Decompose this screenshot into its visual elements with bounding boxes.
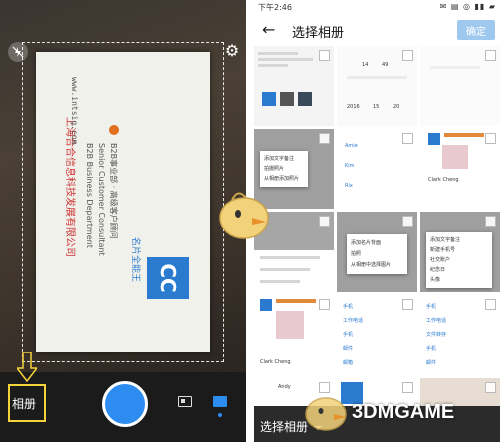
select-checkbox[interactable] bbox=[402, 299, 413, 310]
thumb-menu: 添加文字备注 新建手机号 社交账户 纪念日 头像 bbox=[426, 232, 492, 288]
thumb-block bbox=[444, 133, 484, 137]
thumb-line bbox=[347, 76, 407, 79]
thumb-line bbox=[260, 256, 320, 259]
select-checkbox[interactable] bbox=[485, 133, 496, 144]
arrow-down-icon bbox=[17, 352, 37, 382]
thumb-line bbox=[258, 64, 288, 67]
thumb-list-item: 手机 bbox=[343, 304, 354, 310]
select-checkbox[interactable] bbox=[485, 216, 496, 227]
thumb-menu-item: 拍摄照片 bbox=[264, 166, 285, 172]
album-picker-screen: 下午2:46 ✉ ▤ ◎ ▮▮ ▰ ← 选择相册 确定 14 49 2016 1… bbox=[254, 0, 500, 442]
photo-thumbnail[interactable]: Amie Kim Rix bbox=[337, 129, 417, 209]
photo-thumbnail[interactable]: 14 49 2016 15 20 bbox=[337, 46, 417, 126]
select-checkbox[interactable] bbox=[402, 50, 413, 61]
photo-grid: 14 49 2016 15 20 添加文字备注 拍摄照片 从相册添加照片 Ami… bbox=[254, 46, 500, 442]
select-checkbox[interactable] bbox=[485, 299, 496, 310]
photo-thumbnail[interactable]: 手机 工作电话 手机 邮件 邮箱 bbox=[337, 295, 417, 375]
photo-thumbnail[interactable]: 手机 工作电话 文件转存 手机 邮件 bbox=[420, 295, 500, 375]
page-title: 选择相册 bbox=[292, 26, 345, 41]
thumb-menu-item: 拍照 bbox=[351, 251, 362, 257]
thumb-list-item: 邮箱 bbox=[343, 360, 354, 366]
thumb-logo bbox=[428, 133, 440, 145]
album-button[interactable]: 相册 bbox=[12, 395, 36, 412]
select-checkbox[interactable] bbox=[485, 50, 496, 61]
thumb-date: 2016 bbox=[347, 104, 360, 110]
photo-thumbnail[interactable]: 添加名片背面 拍照 从相册中选择图片 bbox=[337, 212, 417, 292]
mode-indicator-dot bbox=[218, 413, 222, 417]
thumb-line bbox=[258, 52, 298, 55]
thumb-menu-item: 头像 bbox=[430, 277, 441, 283]
back-arrow-icon[interactable]: ← bbox=[262, 20, 275, 39]
thumb-menu-item: 添加名片背面 bbox=[351, 240, 382, 246]
confirm-button[interactable]: 确定 bbox=[457, 20, 495, 40]
thumb-menu-item: 纪念日 bbox=[430, 267, 446, 273]
thumb-menu-item: 新建手机号 bbox=[430, 247, 456, 253]
select-checkbox[interactable] bbox=[319, 216, 330, 227]
thumb-name: Andy bbox=[278, 384, 291, 390]
thumb-block bbox=[262, 92, 276, 106]
thumb-name: Amie bbox=[345, 143, 358, 149]
select-checkbox[interactable] bbox=[402, 133, 413, 144]
thumb-line bbox=[430, 66, 480, 69]
select-checkbox[interactable] bbox=[402, 216, 413, 227]
thumb-name: Rix bbox=[345, 183, 353, 189]
thumb-menu-item: 从相册中选择图片 bbox=[351, 262, 392, 268]
thumb-menu-item: 社交账户 bbox=[430, 257, 451, 263]
thumb-list-item: 邮件 bbox=[426, 360, 437, 366]
status-icons: ✉ ▤ ◎ ▮▮ ▰ bbox=[439, 2, 496, 11]
scan-frame bbox=[22, 42, 224, 362]
album-header: ← 选择相册 确定 bbox=[254, 14, 500, 46]
thumb-line bbox=[258, 58, 313, 61]
thumb-menu-item: 添加文字备注 bbox=[264, 156, 295, 162]
thumb-name: Clark Cheng bbox=[428, 177, 459, 183]
single-card-mode-icon[interactable] bbox=[178, 396, 192, 407]
thumb-block bbox=[276, 299, 316, 303]
status-time: 下午2:46 bbox=[258, 3, 292, 12]
thumb-date: 49 bbox=[382, 62, 389, 68]
thumb-logo bbox=[260, 299, 272, 311]
photo-thumbnail[interactable] bbox=[254, 46, 334, 126]
select-checkbox[interactable] bbox=[319, 133, 330, 144]
thumb-menu: 添加名片背面 拍照 从相册中选择图片 bbox=[347, 234, 407, 274]
thumb-name: Kim bbox=[345, 163, 355, 169]
status-bar: 下午2:46 ✉ ▤ ◎ ▮▮ ▰ bbox=[254, 0, 500, 14]
thumb-menu-item: 添加文字备注 bbox=[430, 237, 461, 243]
thumb-list-item: 手机 bbox=[426, 346, 437, 352]
watermark-text: 3DMGAME bbox=[352, 401, 455, 423]
thumb-line bbox=[260, 268, 310, 271]
gear-icon[interactable]: ⚙ bbox=[222, 40, 242, 60]
thumb-name: Clark Cheng bbox=[260, 359, 291, 365]
flash-off-icon[interactable] bbox=[8, 42, 28, 62]
thumb-block bbox=[298, 92, 312, 106]
thumb-list-item: 工作电话 bbox=[343, 318, 364, 324]
thumb-date: 14 bbox=[362, 62, 369, 68]
thumb-list-item: 手机 bbox=[426, 304, 437, 310]
thumb-list-item: 工作电话 bbox=[426, 318, 447, 324]
thumb-list-item: 文件转存 bbox=[426, 332, 447, 338]
thumb-list-item: 手机 bbox=[343, 332, 354, 338]
watermark-mascot bbox=[219, 192, 269, 239]
photo-thumbnail[interactable]: Clark Cheng bbox=[420, 129, 500, 209]
thumb-blur bbox=[442, 145, 468, 169]
thumb-block bbox=[280, 92, 294, 106]
batch-mode-icon[interactable] bbox=[213, 396, 227, 407]
thumb-list-item: 邮件 bbox=[343, 346, 354, 352]
thumb-line bbox=[260, 280, 300, 283]
shutter-button[interactable] bbox=[102, 381, 148, 427]
photo-thumbnail[interactable]: 添加文字备注 新建手机号 社交账户 纪念日 头像 bbox=[420, 212, 500, 292]
select-checkbox[interactable] bbox=[319, 50, 330, 61]
photo-thumbnail[interactable] bbox=[420, 46, 500, 126]
thumb-date: 20 bbox=[393, 104, 400, 110]
select-checkbox[interactable] bbox=[319, 299, 330, 310]
thumb-date: 15 bbox=[373, 104, 380, 110]
photo-thumbnail[interactable]: Clark Cheng bbox=[254, 295, 334, 375]
thumb-blur bbox=[276, 311, 304, 339]
